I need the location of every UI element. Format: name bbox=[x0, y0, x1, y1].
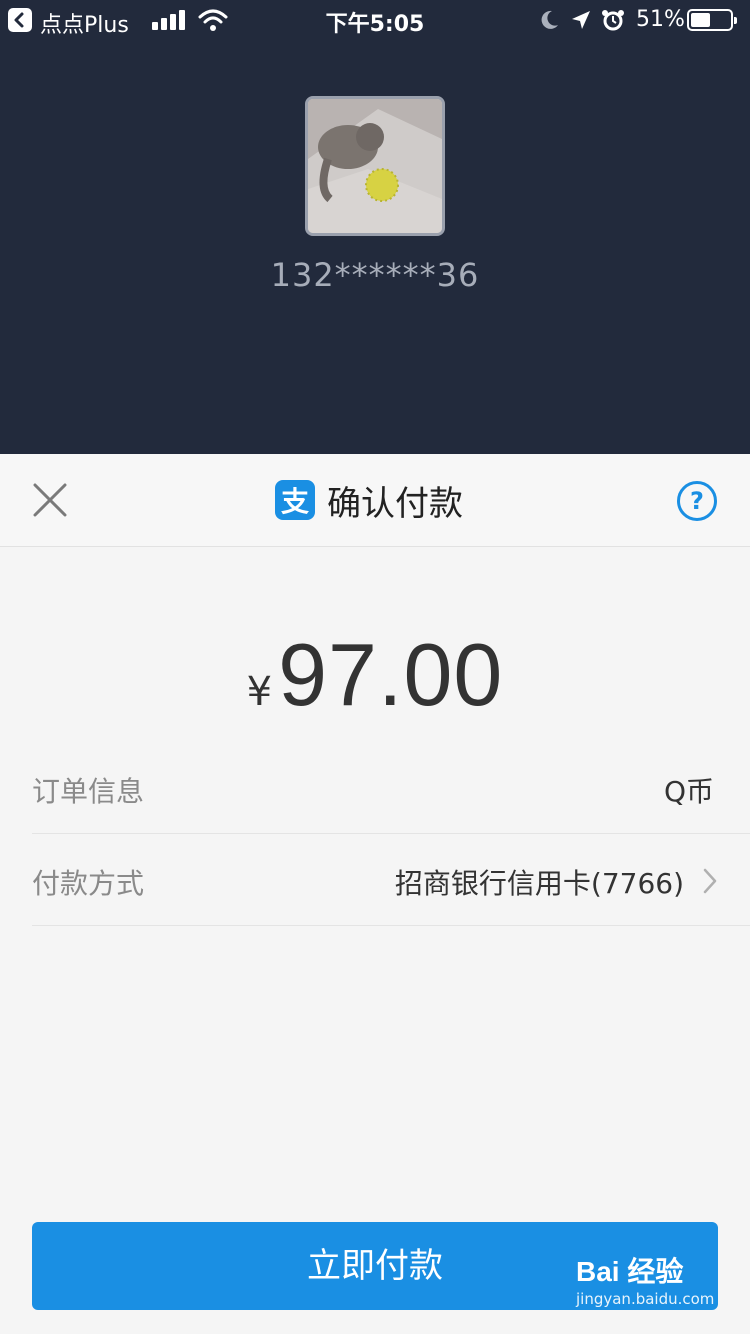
alipay-logo-icon: 支 bbox=[275, 480, 315, 520]
avatar bbox=[305, 96, 445, 236]
moon-icon bbox=[541, 10, 558, 29]
sheet-title-group: 支 确认付款 bbox=[275, 480, 463, 524]
close-button[interactable] bbox=[30, 480, 70, 520]
battery-icon bbox=[687, 9, 737, 31]
payee-account: 132******36 bbox=[270, 256, 480, 294]
help-button[interactable]: ? bbox=[677, 481, 717, 521]
order-info-label: 订单信息 bbox=[32, 775, 145, 808]
payment-amount: 97.00 bbox=[278, 625, 504, 724]
close-icon bbox=[33, 483, 67, 517]
status-bar: 点点Plus 下午5:05 51% bbox=[0, 0, 750, 42]
payment-method-value: 招商银行信用卡(7766) bbox=[394, 867, 684, 900]
payment-method-label: 付款方式 bbox=[32, 867, 145, 900]
amount-display: ¥97.00 bbox=[0, 624, 750, 726]
location-icon bbox=[572, 11, 590, 29]
help-icon: ? bbox=[690, 487, 704, 515]
battery-percent: 51% bbox=[636, 7, 685, 32]
payment-method-row[interactable]: 付款方式 招商银行信用卡(7766) bbox=[32, 834, 750, 926]
order-info-value: Q币 bbox=[663, 775, 714, 808]
sheet-header: 支 确认付款 ? bbox=[0, 454, 750, 547]
sheet-title: 确认付款 bbox=[327, 483, 463, 524]
payment-sheet: 支 确认付款 ? ¥97.00 订单信息 Q币 付款方式 招商银行信用卡(776… bbox=[0, 454, 750, 1334]
currency-symbol: ¥ bbox=[246, 669, 273, 715]
chevron-right-icon bbox=[703, 868, 717, 894]
alarm-icon bbox=[602, 10, 624, 31]
payee-header: 点点Plus 下午5:05 51% 132******36 bbox=[0, 0, 750, 454]
watermark-brand: Bai 经验 bbox=[576, 1256, 684, 1287]
baidu-jingyan-watermark: Bai 经验 jingyan.baidu.com bbox=[576, 1250, 736, 1320]
watermark-url: jingyan.baidu.com bbox=[576, 1290, 715, 1308]
order-info-row: 订单信息 Q币 bbox=[32, 742, 750, 834]
